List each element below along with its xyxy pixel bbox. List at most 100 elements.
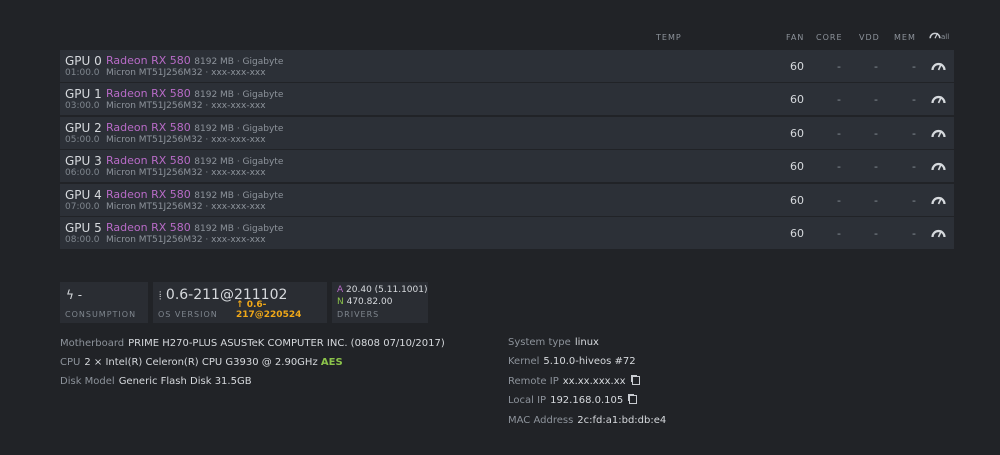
tune-gauge-icon[interactable]	[931, 226, 946, 238]
info-value: AES	[320, 357, 343, 368]
gpu-row[interactable]: GPU 1 03:00.0 Radeon RX 580 8192 MB · Gi…	[60, 83, 954, 116]
disk-info: Disk Model Generic Flash Disk 31.5GB	[60, 376, 252, 387]
os-version-box: ⦙ 0.6-211@211102 OS VERSION ↑ 0.6-217@22…	[153, 282, 327, 323]
info-label: Local IP	[508, 395, 547, 406]
gpu-vdd: -	[874, 160, 878, 174]
gpu-memory-vendor: Micron MT51J256M32 · xxx-xxx-xxx	[106, 134, 266, 145]
gpu-core: -	[837, 126, 841, 140]
col-vdd: VDD	[859, 33, 880, 42]
col-temp: TEMP	[656, 33, 682, 42]
gpu-vdd: -	[874, 93, 878, 107]
info-value: xx.xx.xxx.xx	[562, 376, 626, 387]
gpu-fan: 60	[790, 160, 804, 174]
gpu-row[interactable]: GPU 2 05:00.0 Radeon RX 580 8192 MB · Gi…	[60, 116, 954, 149]
gpu-model: Radeon RX 580 8192 MB · Gigabyte	[106, 54, 284, 67]
gpu-model: Radeon RX 580 8192 MB · Gigabyte	[106, 87, 284, 101]
gpu-core: -	[837, 193, 841, 207]
gpu-mem: -	[912, 193, 916, 207]
tune-gauge-icon[interactable]	[931, 193, 946, 205]
gpu-name: GPU 1	[65, 87, 102, 102]
gpu-mem: -	[912, 227, 916, 240]
system-type-info: System type linux	[508, 337, 599, 348]
gpu-memory-vendor: Micron MT51J256M32 · xxx-xxx-xxx	[106, 168, 266, 179]
consumption-box: ϟ - CONSUMPTION	[60, 282, 148, 323]
info-label: Motherboard	[60, 338, 125, 349]
gpu-core: -	[837, 227, 841, 240]
gpu-core: -	[837, 160, 841, 174]
info-value: 5.10.0-hiveos #72	[543, 356, 636, 367]
gpu-vdd: -	[874, 193, 878, 207]
gpu-mem: -	[912, 126, 916, 140]
info-label: System type	[508, 337, 571, 348]
gpu-fan: 60	[790, 93, 804, 107]
gpu-vdd: -	[874, 227, 878, 240]
gpu-row[interactable]: GPU 3 06:00.0 Radeon RX 580 8192 MB · Gi…	[60, 150, 954, 183]
gpu-model: Radeon RX 580 8192 MB · Gigabyte	[106, 221, 284, 234]
tune-gauge-icon[interactable]	[931, 126, 946, 138]
gpu-bus: 05:00.0	[65, 134, 100, 145]
info-label: Disk Model	[60, 376, 115, 387]
gpu-core: -	[837, 60, 841, 73]
tune-all-button[interactable]: all	[929, 30, 949, 41]
gpu-name: GPU 2	[65, 120, 102, 135]
info-value: Generic Flash Disk 31.5GB	[118, 376, 252, 387]
gpu-memory-vendor: Micron MT51J256M32 · xxx-xxx-xxx	[106, 201, 266, 212]
gpu-core: -	[837, 93, 841, 107]
info-label: CPU	[60, 357, 81, 368]
info-value: PRIME H270-PLUS ASUSTeK COMPUTER INC. (0…	[128, 338, 445, 349]
motherboard-info: Motherboard PRIME H270-PLUS ASUSTeK COMPU…	[60, 338, 445, 349]
gpu-bus: 08:00.0	[65, 235, 100, 245]
gpu-row[interactable]: GPU 5 08:00.0 Radeon RX 580 8192 MB · Gi…	[60, 217, 954, 249]
gpu-row[interactable]: GPU 0 01:00.0 Radeon RX 580 8192 MB · Gi…	[60, 50, 954, 82]
gpu-row[interactable]: GPU 4 07:00.0 Radeon RX 580 8192 MB · Gi…	[60, 183, 954, 216]
info-value: 192.168.0.105	[550, 395, 624, 406]
gpu-bus: 06:00.0	[65, 168, 100, 179]
gpu-memory-vendor: Micron MT51J256M32 · xxx-xxx-xxx	[106, 68, 266, 78]
gpu-bus: 07:00.0	[65, 201, 100, 212]
col-mem: MEM	[894, 33, 916, 42]
info-value: 2 × Intel(R) Celeron(R) CPU G3930 @ 2.90…	[84, 357, 318, 368]
remote-ip-info: Remote IP xx.xx.xxx.xx	[508, 376, 640, 387]
gpu-model: Radeon RX 580 8192 MB · Gigabyte	[106, 120, 284, 134]
gpu-fan: 60	[790, 60, 804, 73]
info-label: MAC Address	[508, 415, 574, 426]
drivers-box: A 20.40 (5.11.1001) N 470.82.00 DRIVERS	[332, 282, 428, 323]
gauge-icon	[929, 32, 941, 39]
local-ip-info: Local IP 192.168.0.105	[508, 395, 638, 406]
tune-gauge-icon[interactable]	[931, 59, 946, 71]
gpu-vdd: -	[874, 60, 878, 73]
gpu-model: Radeon RX 580 8192 MB · Gigabyte	[106, 187, 284, 201]
gpu-fan: 60	[790, 126, 804, 140]
gpu-model: Radeon RX 580 8192 MB · Gigabyte	[106, 154, 284, 168]
gpu-name: GPU 4	[65, 187, 102, 202]
copy-icon[interactable]	[629, 395, 638, 404]
col-core: CORE	[816, 33, 843, 42]
gpu-name: GPU 3	[65, 154, 102, 169]
info-value: 2c:fd:a1:bd:db:e4	[577, 415, 667, 426]
gpu-bus: 01:00.0	[65, 68, 100, 78]
copy-icon[interactable]	[631, 376, 640, 385]
col-fan: FAN	[786, 33, 805, 42]
info-label: Remote IP	[508, 376, 559, 387]
gpu-memory-vendor: Micron MT51J256M32 · xxx-xxx-xxx	[106, 101, 266, 112]
kernel-info: Kernel 5.10.0-hiveos #72	[508, 356, 636, 367]
mac-info: MAC Address 2c:fd:a1:bd:db:e4	[508, 415, 666, 426]
gpu-vdd: -	[874, 126, 878, 140]
gpu-name: GPU 5	[65, 221, 102, 235]
gpu-mem: -	[912, 160, 916, 174]
info-value: linux	[574, 337, 599, 348]
gpu-bus: 03:00.0	[65, 101, 100, 112]
os-update-link[interactable]: ↑ 0.6-217@220524	[236, 300, 327, 320]
gpu-mem: -	[912, 93, 916, 107]
gpu-mem: -	[912, 60, 916, 73]
tune-gauge-icon[interactable]	[931, 92, 946, 104]
gpu-fan: 60	[790, 227, 804, 240]
hive-icon: ⦙	[159, 289, 162, 302]
info-label: Kernel	[508, 356, 540, 367]
bolt-icon: ϟ	[66, 288, 74, 302]
tune-gauge-icon[interactable]	[931, 159, 946, 171]
gpu-fan: 60	[790, 193, 804, 207]
cpu-info: CPU 2 × Intel(R) Celeron(R) CPU G3930 @ 2…	[60, 357, 343, 368]
gpu-name: GPU 0	[65, 54, 102, 68]
gpu-memory-vendor: Micron MT51J256M32 · xxx-xxx-xxx	[106, 235, 266, 245]
